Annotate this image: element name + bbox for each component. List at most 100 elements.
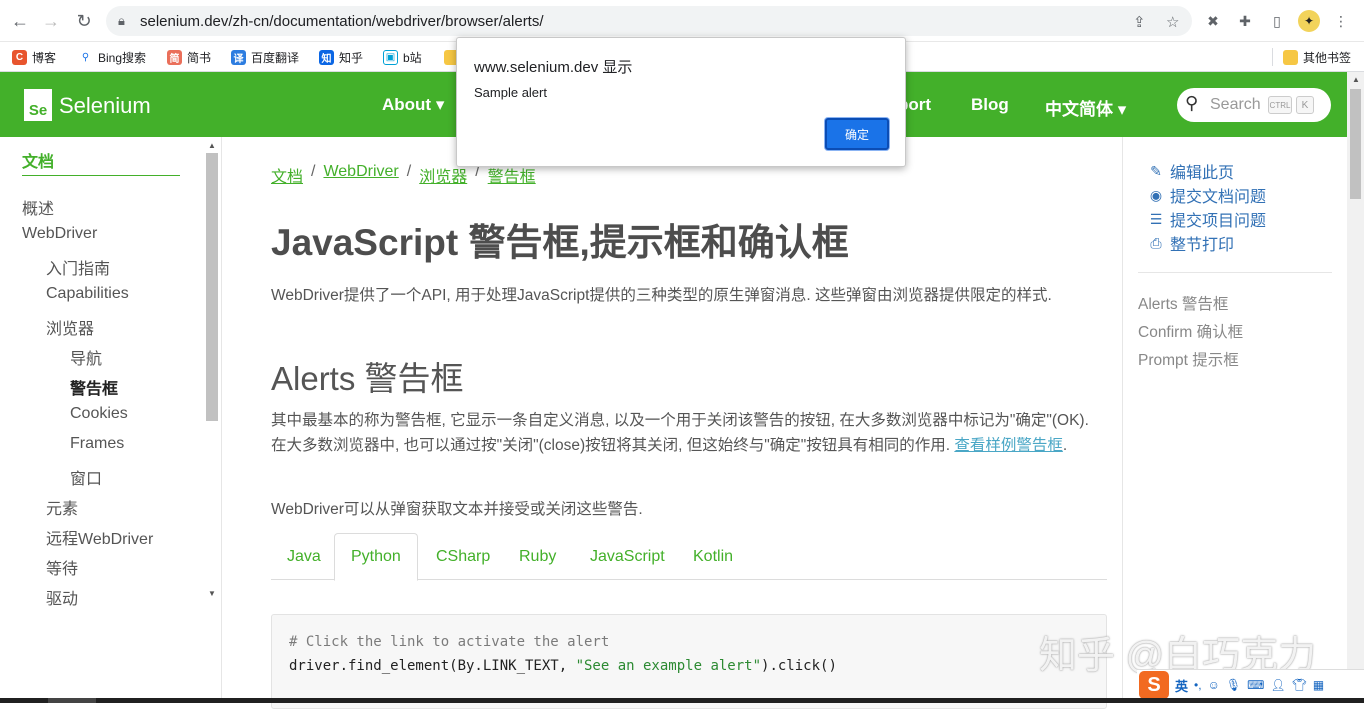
scroll-up-arrow-icon[interactable]: ▲ [208,141,216,150]
sidebar-scroll-thumb[interactable] [206,153,218,421]
alerts-note: WebDriver可以从弹窗获取文本并接受或关闭这些警告. [271,501,643,518]
sidebar-item-alerts[interactable]: 警告框 [70,375,118,399]
sidebar-item-browser[interactable]: 浏览器 [46,315,94,339]
sidebar-item-windows[interactable]: 窗口 [70,465,102,489]
search-placeholder: Search [1210,96,1261,113]
code-line: driver.find_element(By.LINK_TEXT, "See a… [289,658,837,674]
keyboard-icon[interactable]: ⌨ [1247,678,1264,692]
toc-separator [1138,272,1332,273]
sidebar-item-cookies[interactable]: Cookies [70,405,128,423]
nav-blog[interactable]: Blog [971,95,1009,115]
sidebar-item-getting-started[interactable]: 入门指南 [46,255,110,279]
kbd-k: K [1296,96,1314,114]
back-arrow-icon[interactable]: ← [7,8,33,34]
ok-button[interactable]: 确定 [825,118,889,150]
docs-sidebar: 文档 概述 WebDriver 入门指南 Capabilities 浏览器 导航… [0,137,222,703]
print-section-link[interactable]: ⎙ 整节打印 [1148,231,1234,255]
tab-python[interactable]: Python [334,533,418,581]
sidebar-item-webdriver[interactable]: WebDriver [22,225,97,243]
print-icon: ⎙ [1150,234,1162,251]
breadcrumb-docs[interactable]: 文档 [271,163,303,187]
lock-icon: 🔒︎ [118,13,125,28]
taskbar-active-app[interactable] [48,698,96,703]
ime-language[interactable]: 英 [1175,676,1188,695]
url-text[interactable]: selenium.dev/zh-cn/documentation/webdriv… [140,13,544,30]
other-bookmarks[interactable]: 其他书签 [1283,47,1351,67]
alert-dialog: www.selenium.dev 显示 Sample alert 确定 [456,37,906,167]
kbd-ctrl: CTRL [1268,96,1292,114]
sidebar-item-navigation[interactable]: 导航 [70,345,102,369]
scroll-down-arrow-icon[interactable]: ▼ [208,589,216,598]
code-comment: # Click the link to activate the alert [289,634,610,650]
share-icon[interactable]: ⇪ [1133,13,1146,31]
grid-menu-icon[interactable]: ▦ [1313,678,1324,692]
sidebar-scrollbar[interactable]: ▲ ▼ [205,141,218,603]
csdn-icon: C [12,49,27,65]
toc-item-prompt[interactable]: Prompt 提示框 [1138,348,1239,370]
breadcrumb-webdriver[interactable]: WebDriver [323,163,398,187]
nav-about[interactable]: About ▾ [382,95,444,115]
project-issue-link[interactable]: ☰ 提交项目问题 [1148,207,1266,231]
reload-icon[interactable]: ↻ [71,8,97,34]
puzzle-extensions-icon[interactable]: ✚ [1236,12,1254,30]
sidebar-item-frames[interactable]: Frames [70,435,124,453]
edit-page-link[interactable]: ✎ 编辑此页 [1148,159,1234,183]
nav-language[interactable]: 中文简体 ▾ [1045,95,1126,120]
toc-item-alerts[interactable]: Alerts 警告框 [1138,292,1228,314]
selenium-logo-icon[interactable]: Se [24,89,52,121]
tab-java[interactable]: Java [271,533,337,580]
doc-issue-link[interactable]: ◉ 提交文档问题 [1148,183,1266,207]
bookmark-item[interactable]: 知知乎 [319,47,363,67]
sidebar-divider [22,175,180,176]
bookmark-item[interactable]: ▣ b站 [383,47,422,67]
github-icon: ◉ [1149,186,1163,203]
browser-toolbar: ← → ↻ 🔒︎ selenium.dev/zh-cn/documentatio… [0,0,1364,42]
star-bookmark-icon[interactable]: ☆ [1166,13,1179,31]
microphone-icon[interactable]: 🎙︎ [1226,678,1241,692]
sidebar-item-waits[interactable]: 等待 [46,555,78,579]
folder-icon [1283,49,1298,65]
user-icon[interactable]: 👤︎ [1270,678,1285,692]
punctuation-icon[interactable]: •, [1194,678,1202,692]
emoji-icon[interactable]: ☺ [1208,678,1220,692]
scroll-up-arrow-icon[interactable]: ▲ [1352,75,1360,84]
translate-icon: 译 [231,49,246,65]
dialog-title: www.selenium.dev 显示 [474,59,633,76]
search-input[interactable]: ⚲ Search CTRL K [1177,88,1331,122]
page-scrollbar[interactable]: ▲ [1347,72,1364,703]
toc-item-confirm[interactable]: Confirm 确认框 [1138,320,1243,342]
intro-text: WebDriver提供了一个API, 用于处理JavaScript提供的三种类型… [271,287,1052,304]
jianshu-icon: 简 [167,49,182,65]
page-scroll-thumb[interactable] [1350,89,1361,199]
address-bar[interactable]: 🔒︎ selenium.dev/zh-cn/documentation/webd… [106,6,1192,36]
extension-x-icon[interactable]: ✖ [1204,12,1222,30]
bookmark-item[interactable]: ⚲ Bing搜索 [78,47,146,67]
sidebar-heading[interactable]: 文档 [22,148,54,172]
forward-arrow-icon[interactable]: → [38,8,64,34]
tasks-icon: ☰ [1149,210,1163,227]
menu-kebab-icon[interactable]: ⋮ [1332,12,1350,30]
profile-avatar[interactable]: ✦ [1298,10,1320,32]
edit-icon: ✎ [1150,162,1162,179]
sidebar-item-remote-webdriver[interactable]: 远程WebDriver [46,525,153,549]
bookmark-item[interactable]: C 博客 [12,47,56,67]
bookmark-item[interactable]: 简简书 [167,47,211,67]
toc-divider [1122,137,1123,703]
bookmark-item[interactable]: 译百度翻译 [231,47,299,67]
tab-csharp[interactable]: CSharp [420,533,506,580]
sidebar-item-capabilities[interactable]: Capabilities [46,285,129,303]
site-brand[interactable]: Selenium [59,93,151,119]
sidebar-item-elements[interactable]: 元素 [46,495,78,519]
tab-ruby[interactable]: Ruby [503,533,572,580]
ime-toolbar: S 英 •, ☺ 🎙︎ ⌨ 👤︎ 👕︎ ▦ [1137,669,1364,700]
sidebar-item-overview[interactable]: 概述 [22,195,54,219]
sidebar-item-drivers[interactable]: 驱动 [46,585,78,609]
sogou-ime-icon[interactable]: S [1139,671,1169,699]
example-alert-link[interactable]: 查看样例警告框 [954,437,1063,454]
skin-icon[interactable]: 👕︎ [1292,678,1307,692]
tab-kotlin[interactable]: Kotlin [677,533,749,580]
side-panel-icon[interactable]: ▯ [1268,12,1286,30]
tab-javascript[interactable]: JavaScript [574,533,681,580]
section-title: Alerts 警告框 [271,360,464,397]
code-block: # Click the link to activate the alert d… [271,614,1107,709]
